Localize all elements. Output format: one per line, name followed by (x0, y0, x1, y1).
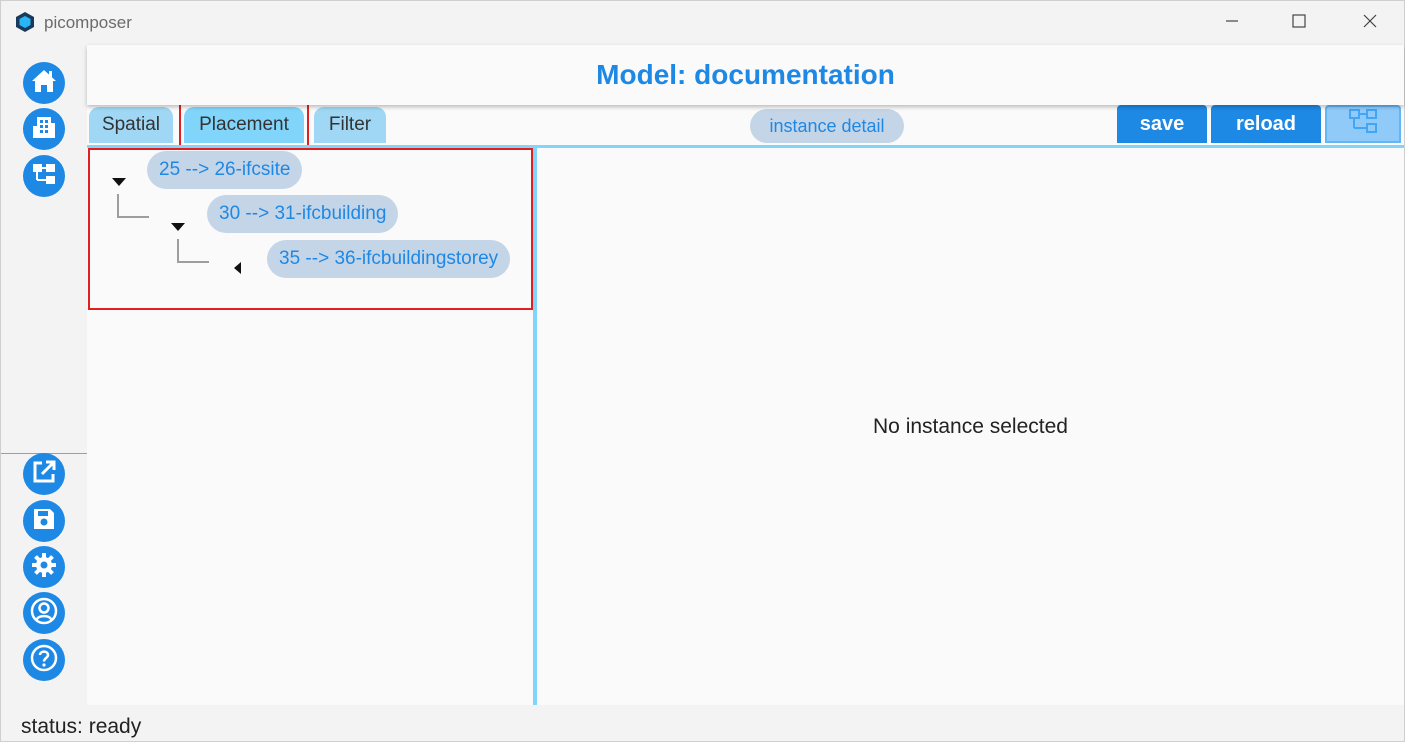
hierarchy-tree-icon (1347, 107, 1379, 141)
open-external-icon (31, 459, 57, 490)
expand-caret-down-icon[interactable] (171, 219, 185, 237)
sidebar-open-external-button[interactable] (23, 453, 65, 495)
close-icon (1363, 14, 1377, 33)
instance-detail-chip[interactable]: instance detail (750, 109, 904, 143)
tab-bar: Spatial Placement Filter instance detail… (87, 103, 1404, 147)
sidebar-home-button[interactable] (23, 62, 65, 104)
instance-detail-pane: No instance selected (537, 148, 1404, 705)
sidebar-tree-button[interactable] (23, 155, 65, 197)
page-title: Model: documentation (596, 59, 895, 90)
floppy-save-icon (31, 506, 57, 537)
sidebar-save-button[interactable] (23, 500, 65, 542)
empty-state-message: No instance selected (873, 415, 1068, 438)
page-header: Model: documentation (87, 45, 1404, 105)
account-icon (29, 596, 59, 631)
building-icon (31, 114, 57, 145)
sidebar (1, 45, 87, 705)
sidebar-help-button[interactable] (23, 639, 65, 681)
picomposer-hexagon-icon (14, 11, 36, 33)
sidebar-building-button[interactable] (23, 108, 65, 150)
hierarchy-tree-icon (31, 161, 57, 192)
maximize-button[interactable] (1276, 5, 1322, 41)
maximize-icon (1292, 13, 1306, 33)
minimize-button[interactable] (1209, 5, 1255, 41)
sidebar-settings-button[interactable] (23, 546, 65, 588)
tree-connector (177, 239, 209, 263)
tree-node-ifcsite[interactable]: 25 --> 26-ifcsite (147, 151, 303, 189)
home-icon (30, 67, 58, 100)
status-bar: status: ready (1, 705, 1404, 741)
expand-caret-down-icon[interactable] (112, 174, 126, 192)
sidebar-account-button[interactable] (23, 592, 65, 634)
tree-node-ifcbuilding[interactable]: 30 --> 31-ifcbuilding (207, 195, 399, 233)
tree-highlight-box: 25 --> 26-ifcsite 30 --> 31-ifcbuilding … (88, 148, 533, 310)
status-text: status: ready (21, 715, 142, 738)
tree-node-ifcbuildingstorey[interactable]: 35 --> 36-ifcbuildingstorey (267, 240, 511, 278)
placement-tree-pane: 25 --> 26-ifcsite 30 --> 31-ifcbuilding … (87, 148, 533, 705)
tab-spatial[interactable]: Spatial (89, 107, 173, 143)
save-button[interactable]: save (1117, 105, 1207, 143)
minimize-icon (1225, 14, 1239, 33)
collapsed-caret-left-icon[interactable] (233, 261, 243, 280)
tree-connector (117, 194, 149, 218)
tab-placement-highlight (179, 103, 309, 147)
tab-filter[interactable]: Filter (314, 107, 386, 143)
main-area: Model: documentation Spatial Placement F… (87, 45, 1404, 705)
app-window: picomposer Model: documentation Spatial … (0, 0, 1405, 742)
reload-button[interactable]: reload (1211, 105, 1321, 143)
title-bar: picomposer (1, 1, 1404, 45)
window-title: picomposer (44, 13, 132, 32)
close-button[interactable] (1347, 5, 1393, 41)
help-icon (29, 643, 59, 678)
gear-icon (30, 551, 58, 584)
tree-view-toggle-button[interactable] (1325, 105, 1401, 143)
